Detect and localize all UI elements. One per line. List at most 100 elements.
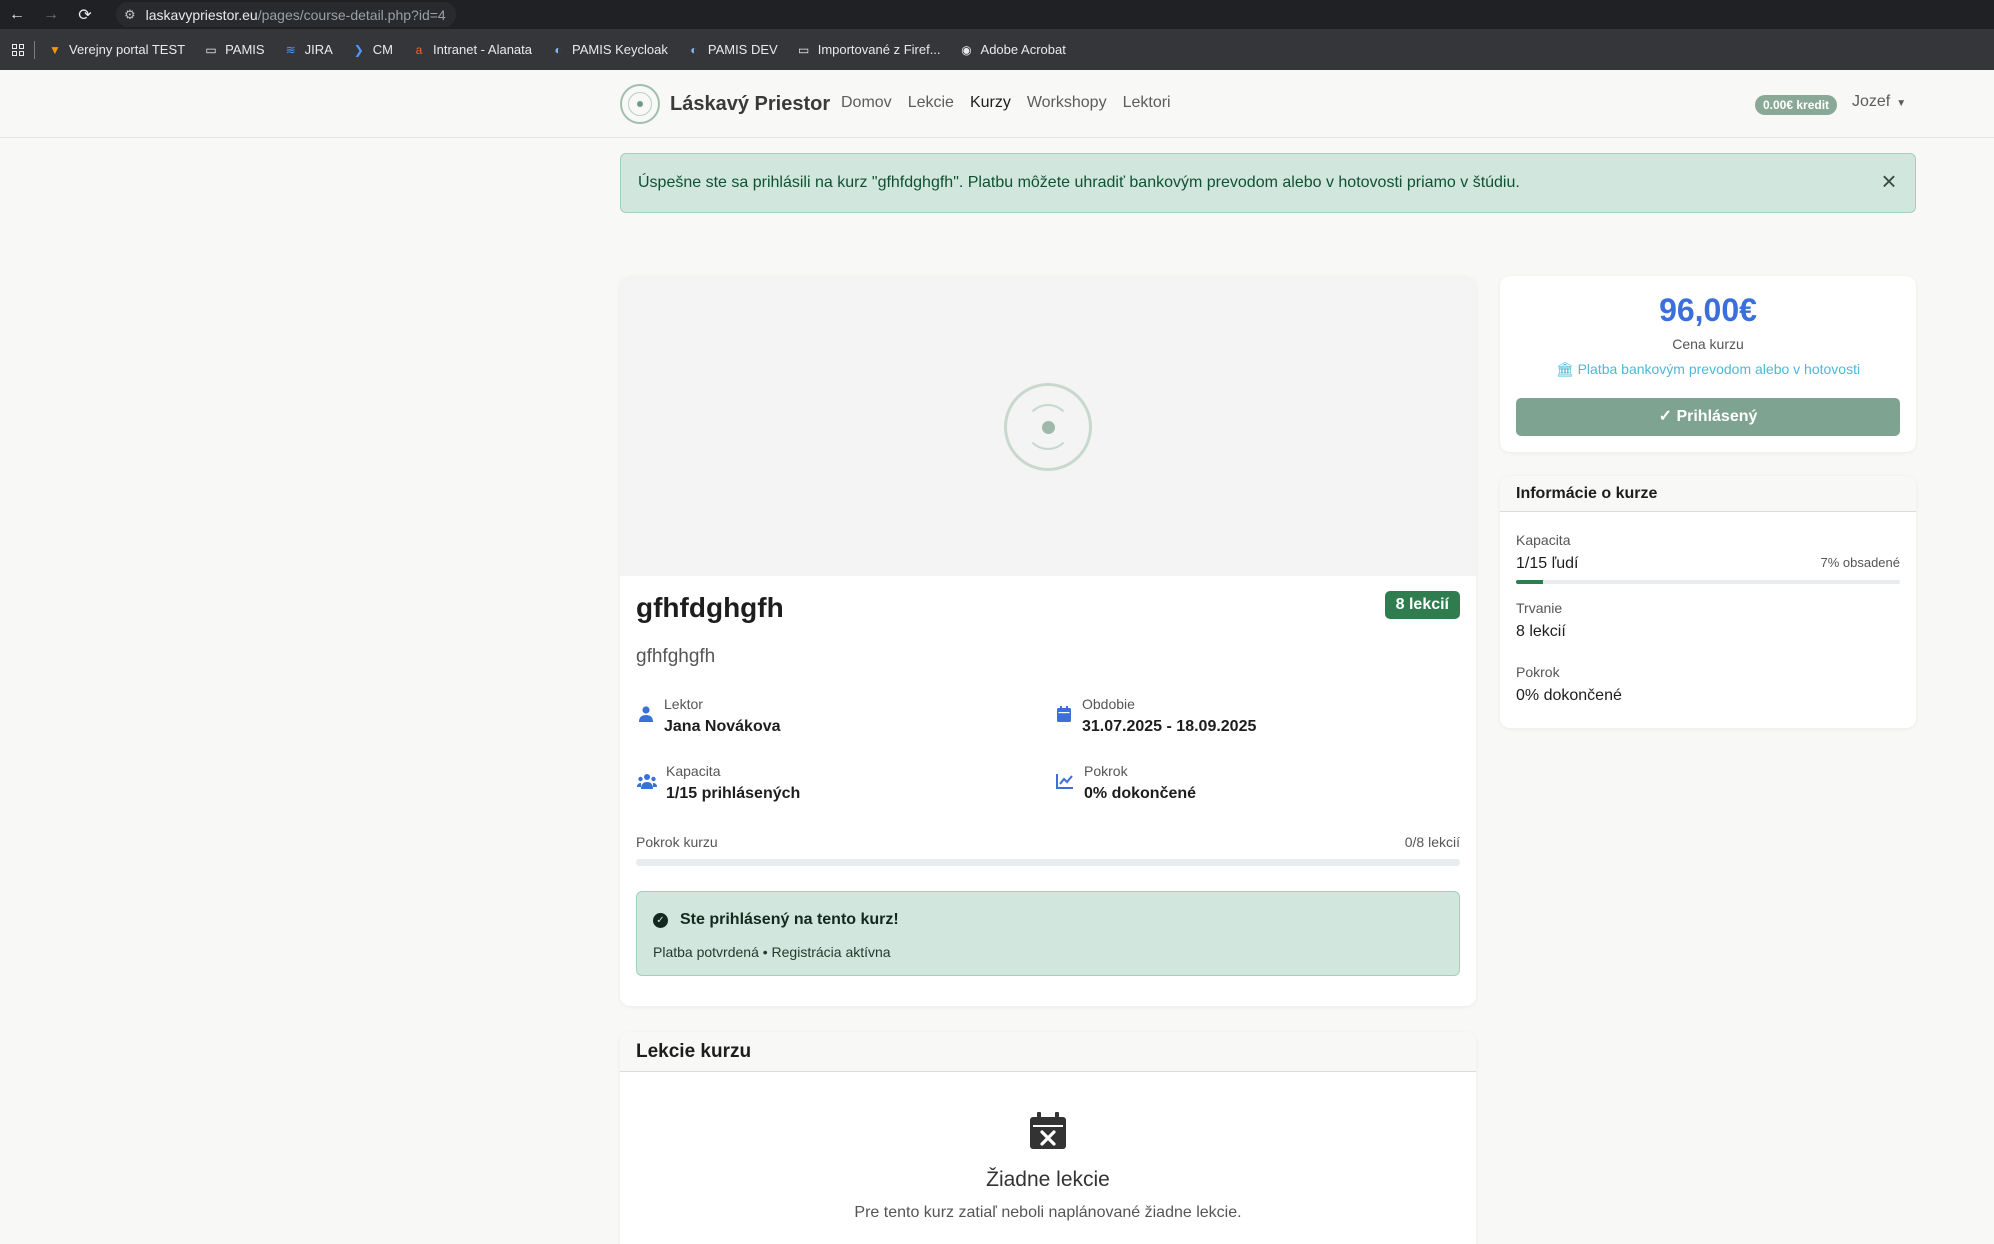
site-settings-icon[interactable]: ⚙ xyxy=(124,7,136,23)
course-progress-row: Pokrok kurzu 0/8 lekcií xyxy=(636,834,1460,850)
bookmark-item[interactable]: a Intranet - Alanata xyxy=(411,42,532,58)
empty-title: Žiadne lekcie xyxy=(986,1168,1110,1191)
capacity-label: Kapacita xyxy=(1516,532,1571,548)
caret-down-icon: ▼ xyxy=(1896,98,1907,109)
credit-badge: 0.00€ kredit xyxy=(1755,95,1838,115)
user-menu-dropdown[interactable]: Jozef ▼ xyxy=(1852,93,1906,111)
url-path: /pages/course-detail.php?id=4 xyxy=(257,6,446,23)
pamis-icon: ◐ xyxy=(690,42,698,57)
brand-name: Láskavý Priestor xyxy=(670,92,831,115)
site-navbar: Láskavý Priestor Domov Lekcie Kurzy Work… xyxy=(0,70,1994,138)
progress-value: 0% dokončené xyxy=(1516,687,1622,704)
kapacita-value: 1/15 prihlásených xyxy=(666,785,801,802)
info-pokrok: Pokrok 0% dokončené xyxy=(1054,763,1196,803)
progress-label: Pokrok kurzu xyxy=(636,834,718,850)
pokrok-value: 0% dokončené xyxy=(1084,785,1197,802)
apps-grid-icon[interactable] xyxy=(12,43,24,56)
nav-link-workshopy[interactable]: Workshopy xyxy=(1027,94,1107,112)
bank-icon: 🏛 xyxy=(1555,361,1574,377)
empty-subtitle: Pre tento kurz zatiaľ neboli naplánované… xyxy=(854,1204,1242,1221)
progress-label: Pokrok xyxy=(1516,664,1560,680)
course-title: gfhfdghgfh xyxy=(636,592,784,623)
close-icon[interactable]: × xyxy=(1877,168,1901,194)
payment-method: 🏛 Platba bankovým prevodom alebo v hotov… xyxy=(1500,361,1916,378)
lessons-header: Lekcie kurzu xyxy=(620,1032,1476,1072)
progress-count: 0/8 lekcií xyxy=(1404,834,1460,850)
kapacita-label: Kapacita xyxy=(666,763,721,779)
lessons-card: Lekcie kurzu Žiadne lekcie Pre tento kur… xyxy=(620,1032,1476,1244)
info-kapacita: Kapacita 1/15 prihlásených xyxy=(636,763,800,803)
nav-link-lektori[interactable]: Lektori xyxy=(1123,94,1171,112)
check-icon: ✓ xyxy=(1658,408,1672,425)
enrolled-button-label: Prihlásený xyxy=(1676,408,1758,425)
user-name: Jozef xyxy=(1852,93,1891,110)
bookmark-item[interactable]: ◐ PAMIS Keycloak xyxy=(550,42,667,58)
folder-icon: ▭ xyxy=(205,42,217,57)
address-bar[interactable]: ⚙ laskavypriestor.eu/pages/course-detail… xyxy=(116,2,456,27)
obdobie-label: Obdobie xyxy=(1082,696,1135,712)
lektor-value: Jana Novákova xyxy=(664,718,781,735)
nav-link-lekcie[interactable]: Lekcie xyxy=(908,94,954,112)
check-circle-icon: ✓ xyxy=(653,912,668,928)
course-hero-image xyxy=(620,276,1476,576)
back-arrow-icon[interactable]: ← xyxy=(0,0,34,29)
bookmarks-separator xyxy=(34,40,35,59)
users-icon xyxy=(636,773,658,793)
payment-method-text: Platba bankovým prevodom alebo v hotovos… xyxy=(1577,361,1861,377)
obdobie-value: 31.07.2025 - 18.09.2025 xyxy=(1082,718,1257,735)
url-host: laskavypriestor.eu xyxy=(145,6,258,23)
pamis-icon: ◐ xyxy=(554,42,562,57)
placeholder-logo-icon xyxy=(1004,383,1092,471)
bookmark-item[interactable]: ≋ JIRA xyxy=(283,42,333,58)
alert-message: Úspešne ste sa prihlásili na kurz "gfhfd… xyxy=(638,174,1520,191)
enrolled-title-text: Ste prihlásený na tento kurz! xyxy=(680,911,899,928)
duration-value: 8 lekcií xyxy=(1516,623,1566,640)
bookmarks-bar: ▼ Verejny portal TEST ▭ PAMIS ≋ JIRA ❯ CM aI… xyxy=(0,29,1994,70)
capacity-value: 1/15 ľudí xyxy=(1516,555,1579,572)
typo3-icon: ▼ xyxy=(49,42,61,57)
lektor-label: Lektor xyxy=(664,696,703,712)
pokrok-label: Pokrok xyxy=(1084,763,1128,779)
enrolled-status-box: ✓ Ste prihlásený na tento kurz! Platba p… xyxy=(636,891,1460,976)
calendar-icon xyxy=(1054,706,1074,726)
course-progress-bar xyxy=(636,859,1460,866)
enrolled-button[interactable]: ✓ Prihlásený xyxy=(1516,398,1900,436)
success-alert: Úspešne ste sa prihlásili na kurz "gfhfd… xyxy=(620,153,1916,213)
price-label: Cena kurzu xyxy=(1672,336,1744,352)
bookmark-item[interactable]: ▭ PAMIS xyxy=(203,42,264,58)
capacity-percent: 7% obsadené xyxy=(1820,555,1900,570)
calendar-x-icon xyxy=(1029,1112,1067,1150)
capacity-bar-fill xyxy=(1516,580,1543,584)
info-obdobie: Obdobie 31.07.2025 - 18.09.2025 xyxy=(1054,696,1256,736)
reload-icon[interactable]: ⟳ xyxy=(68,0,102,29)
bookmark-item[interactable]: ▭ Importované z Firef... xyxy=(796,42,941,58)
nav-link-kurzy[interactable]: Kurzy xyxy=(970,94,1011,112)
brand-link[interactable]: Láskavý Priestor xyxy=(620,84,830,124)
acrobat-icon: ◉ xyxy=(961,42,972,57)
price-card: 96,00€ Cena kurzu 🏛 Platba bankovým prev… xyxy=(1500,276,1916,452)
lessons-count-badge: 8 lekcií xyxy=(1384,591,1460,619)
alanata-icon: a xyxy=(415,42,423,57)
course-info-header: Informácie o kurze xyxy=(1500,476,1916,512)
brand-logo-icon xyxy=(620,84,660,124)
cm-icon: ❯ xyxy=(353,42,364,57)
forward-arrow-icon[interactable]: → xyxy=(34,0,68,29)
course-info-card: Informácie o kurze Kapacita 1/15 ľudí 7%… xyxy=(1500,476,1916,728)
chart-line-icon xyxy=(1054,773,1076,793)
browser-toolbar: ← → ⟳ ⚙ laskavypriestor.eu/pages/course-… xyxy=(0,0,1994,29)
bookmark-item[interactable]: ◐ PAMIS DEV xyxy=(686,42,777,58)
bookmark-item[interactable]: ◉ Adobe Acrobat xyxy=(959,42,1066,58)
course-price: 96,00€ xyxy=(1659,292,1757,328)
enrolled-subtitle: Platba potvrdená • Registrácia aktívna xyxy=(653,944,891,960)
nav-links: Domov Lekcie Kurzy Workshopy Lektori xyxy=(841,94,1187,112)
jira-icon: ≋ xyxy=(285,42,296,57)
bookmark-item[interactable]: ▼ Verejny portal TEST xyxy=(47,42,185,58)
course-subtitle: gfhfghgfh xyxy=(636,646,716,667)
nav-link-domov[interactable]: Domov xyxy=(841,94,892,112)
folder-icon: ▭ xyxy=(798,42,810,57)
bookmark-item[interactable]: ❯ CM xyxy=(351,42,393,58)
user-icon xyxy=(636,706,656,726)
capacity-bar xyxy=(1516,580,1900,584)
duration-label: Trvanie xyxy=(1516,600,1563,616)
info-lektor: Lektor Jana Novákova xyxy=(636,696,781,736)
